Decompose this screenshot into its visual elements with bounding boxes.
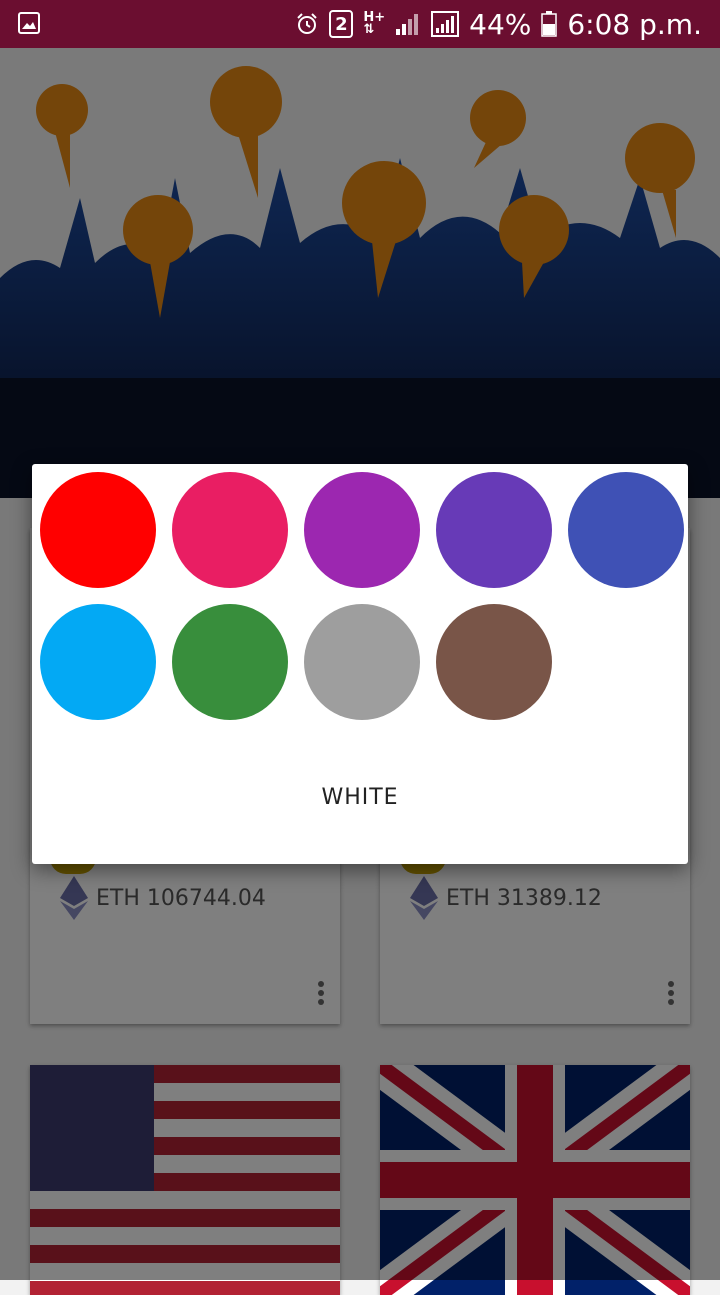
color-swatch-red[interactable] — [40, 472, 156, 588]
color-swatch-brown[interactable] — [436, 604, 552, 720]
signal-icon — [431, 11, 460, 37]
status-icons: 2 H+ ⇅ 44% 6:08 p.m. — [295, 0, 702, 48]
color-swatch-indigo[interactable] — [568, 472, 684, 588]
battery-percent: 44% — [469, 7, 532, 41]
hplus-icon: H+ ⇅ — [363, 10, 386, 37]
white-button[interactable]: WHITE — [280, 772, 440, 822]
color-swatch-grey[interactable] — [304, 604, 420, 720]
color-swatch-green[interactable] — [172, 604, 288, 720]
status-bar: 2 H+ ⇅ 44% 6:08 p.m. — [0, 0, 720, 48]
color-swatch-purple[interactable] — [304, 472, 420, 588]
clock: 6:08 p.m. — [567, 7, 702, 41]
signal-icon — [396, 14, 419, 35]
alarm-icon — [297, 13, 318, 34]
color-picker-dialog: WHITE — [32, 464, 688, 864]
gallery-icon — [18, 12, 40, 34]
color-swatch-deep-purple[interactable] — [436, 472, 552, 588]
color-swatch-light-blue[interactable] — [40, 604, 156, 720]
sim-badge-icon: 2 — [329, 10, 354, 38]
battery-icon — [541, 11, 558, 37]
color-swatch-pink[interactable] — [172, 472, 288, 588]
